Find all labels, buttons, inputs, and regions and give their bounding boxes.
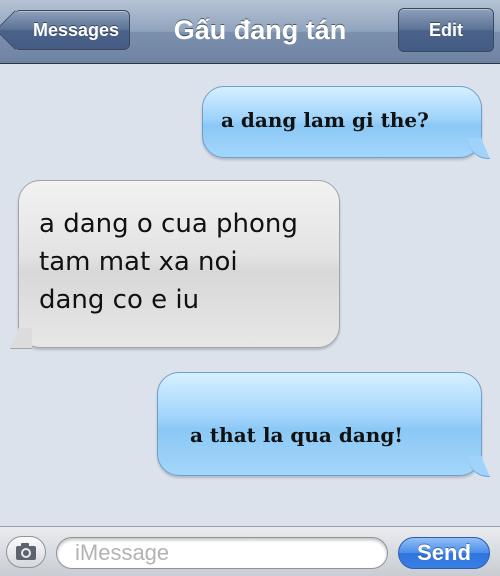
camera-icon: [16, 543, 36, 560]
send-button[interactable]: Send: [398, 537, 490, 569]
camera-button[interactable]: [6, 536, 46, 568]
message-text: a dang o cua phong tam mat xa noi dang c…: [39, 209, 298, 315]
bubble-tail: [10, 328, 32, 349]
bubble-tail: [468, 138, 490, 159]
composer-bar: iMessage Send: [0, 526, 500, 576]
edit-button[interactable]: Edit: [398, 8, 494, 52]
message-text: a that la qua dang!: [190, 423, 404, 447]
back-button-label: Messages: [32, 20, 120, 40]
message-text: a dang lam gi the?: [221, 108, 429, 132]
message-bubble-sent[interactable]: a that la qua dang!: [157, 372, 490, 477]
conversation-title: Gấu đang tán: [173, 15, 347, 45]
navigation-bar: Messages Gấu đang tán Edit: [0, 0, 500, 64]
message-bubble-received[interactable]: a dang o cua phong tam mat xa noi dang c…: [10, 180, 340, 349]
message-bubble-sent[interactable]: a dang lam gi the?: [202, 86, 490, 159]
back-button[interactable]: Messages: [0, 10, 130, 50]
message-input[interactable]: iMessage: [56, 537, 388, 569]
bubble-tail: [468, 456, 490, 477]
